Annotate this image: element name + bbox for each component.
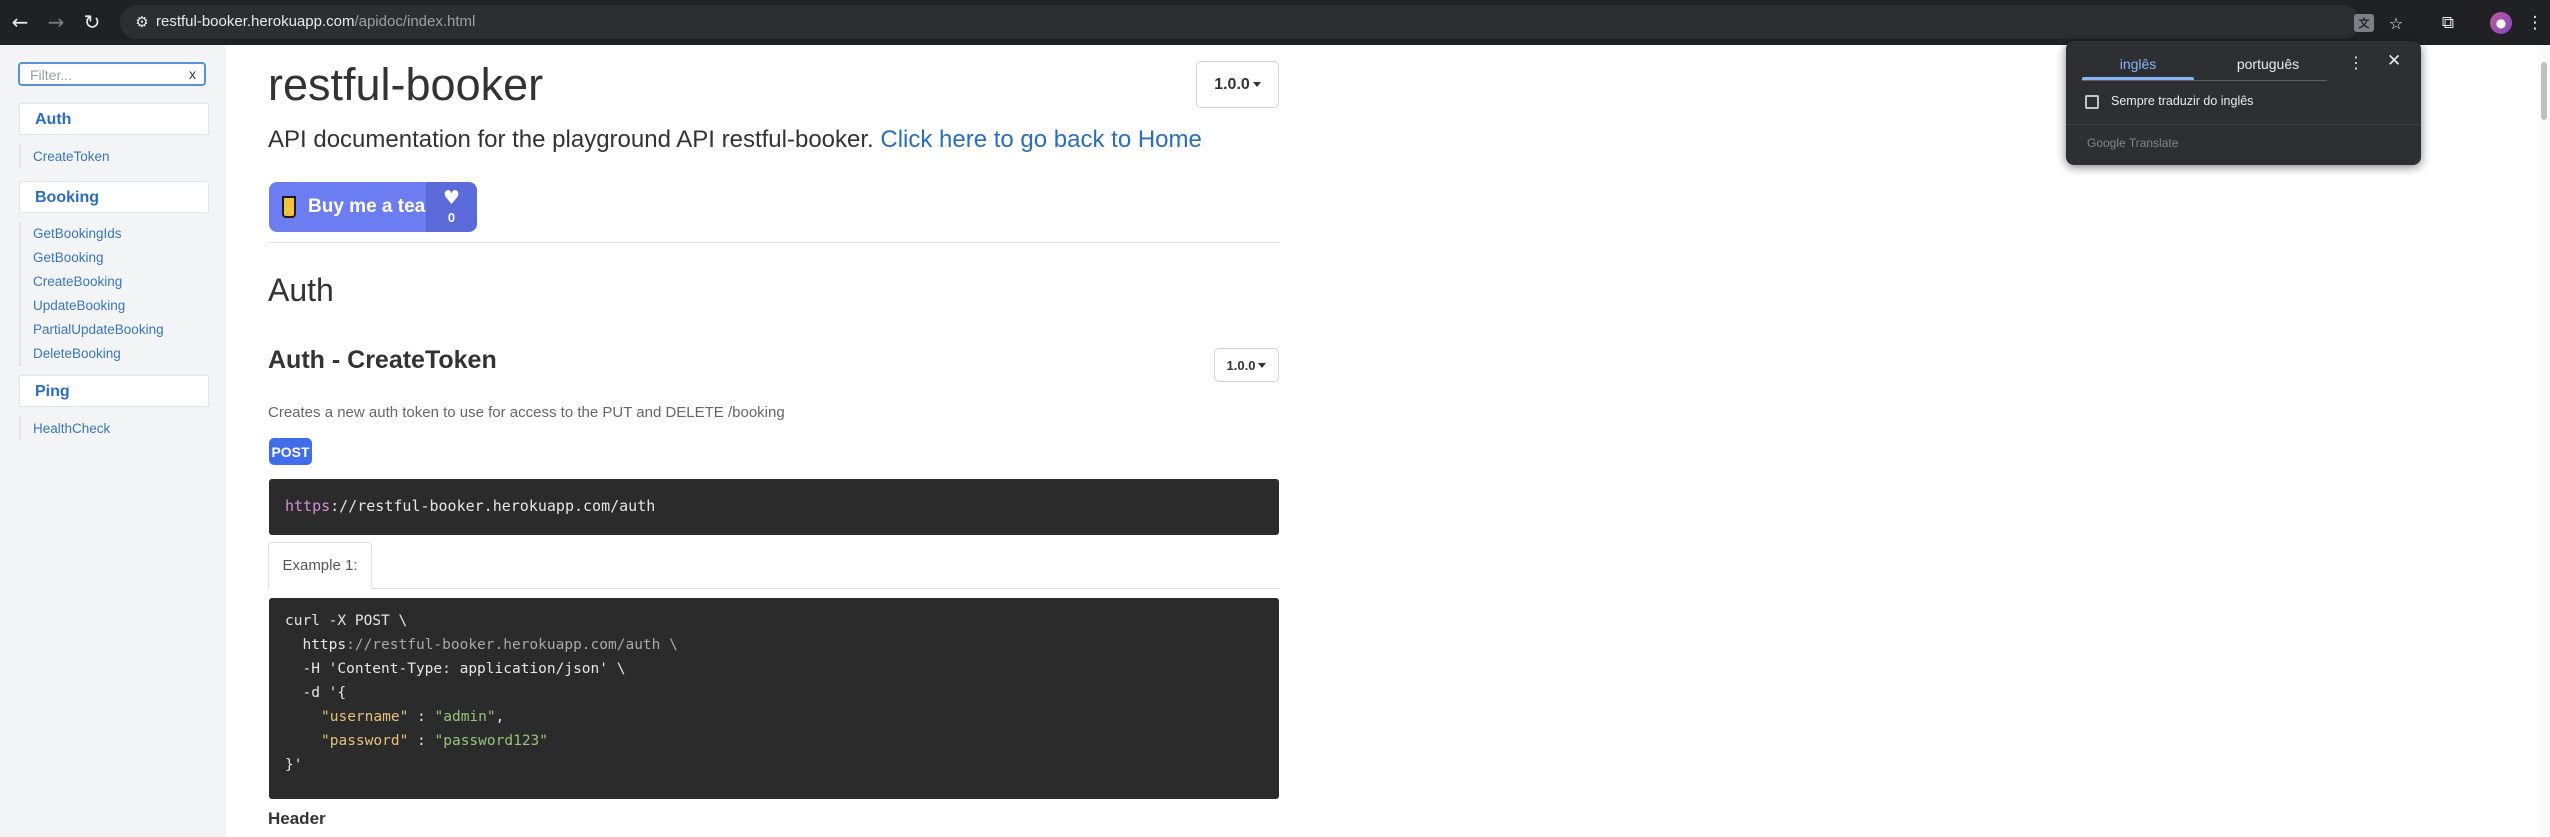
forward-icon[interactable]: → bbox=[42, 8, 70, 36]
popup-divider bbox=[2066, 124, 2421, 125]
url-host: restful-booker.herokuapp.com bbox=[156, 13, 355, 30]
always-translate-checkbox[interactable] bbox=[2085, 95, 2099, 109]
json-comma: , bbox=[495, 709, 505, 725]
json-value: "admin" bbox=[434, 709, 496, 725]
sidebar-item-updatebooking[interactable]: UpdateBooking bbox=[33, 294, 164, 318]
sidebar-item-createbooking[interactable]: CreateBooking bbox=[33, 270, 164, 294]
filter-clear-button[interactable]: x bbox=[189, 66, 196, 82]
sidebar-item-healthcheck[interactable]: HealthCheck bbox=[33, 417, 110, 441]
sidebar-sublist-booking: GetBookingIds GetBooking CreateBooking U… bbox=[19, 222, 164, 366]
sidebar-item-getbookingids[interactable]: GetBookingIds bbox=[33, 222, 164, 246]
json-key: "password" bbox=[321, 733, 409, 749]
url-path: /apidoc/index.html bbox=[354, 13, 476, 30]
tabs-divider bbox=[268, 588, 1280, 589]
json-sep: : bbox=[408, 709, 435, 725]
divider bbox=[268, 242, 1280, 243]
sidebar-group-label: Booking bbox=[35, 189, 99, 206]
version-label: 1.0.0 bbox=[1214, 75, 1250, 93]
example-code-block: curl -X POST \ https://restful-booker.he… bbox=[269, 598, 1279, 799]
sidebar: x Auth CreateToken Booking GetBookingIds… bbox=[0, 45, 226, 837]
version-dropdown[interactable]: 1.0.0 bbox=[1196, 61, 1279, 108]
url-scheme: https bbox=[285, 497, 331, 515]
json-sep: : bbox=[408, 733, 435, 749]
filter-field[interactable]: x bbox=[18, 62, 206, 86]
buy-me-a-tea-main[interactable]: Buy me a tea bbox=[269, 182, 426, 232]
page-scrollbar[interactable] bbox=[2538, 45, 2550, 837]
header-section-heading: Header bbox=[268, 809, 326, 828]
code-line: }' bbox=[285, 757, 303, 773]
tab-example-1[interactable]: Example 1: bbox=[268, 542, 372, 589]
browser-menu-icon[interactable]: ⋮ bbox=[2522, 10, 2548, 36]
endpoint-url: https://restful-booker.herokuapp.com/aut… bbox=[285, 497, 655, 515]
sidebar-item-partialupdatebooking[interactable]: PartialUpdateBooking bbox=[33, 318, 164, 342]
tab-target-language[interactable]: português bbox=[2212, 51, 2324, 77]
sidebar-group-ping[interactable]: Ping bbox=[19, 375, 209, 407]
address-bar[interactable]: ⚙ restful-booker.herokuapp.com/apidoc/in… bbox=[120, 5, 2403, 39]
tea-count: 0 bbox=[447, 210, 456, 225]
tea-cup-icon bbox=[282, 196, 296, 218]
back-icon[interactable]: ← bbox=[6, 8, 34, 36]
sidebar-item-createtoken[interactable]: CreateToken bbox=[33, 145, 110, 169]
sidebar-item-deletebooking[interactable]: DeleteBooking bbox=[33, 342, 164, 366]
code-line: "password" : "password123" bbox=[321, 733, 548, 749]
scrollbar-thumb[interactable] bbox=[2541, 62, 2547, 120]
code-line: https://restful-booker.herokuapp.com/aut… bbox=[285, 637, 678, 653]
sidebar-group-label: Ping bbox=[35, 383, 70, 400]
code-line: curl -X POST \ bbox=[285, 613, 408, 629]
more-options-icon[interactable]: ⋮ bbox=[2348, 53, 2364, 72]
code-url: ://restful-booker.herokuapp.com/auth \ bbox=[346, 637, 678, 653]
endpoint-description: Creates a new auth token to use for acce… bbox=[268, 404, 785, 421]
sidebar-group-auth[interactable]: Auth bbox=[19, 103, 209, 135]
code-line: "username" : "admin", bbox=[321, 709, 504, 725]
url-rest: ://restful-booker.herokuapp.com/auth bbox=[330, 497, 656, 515]
url-text[interactable]: restful-booker.herokuapp.com/apidoc/inde… bbox=[156, 13, 475, 30]
intro-paragraph: API documentation for the playground API… bbox=[268, 126, 1202, 154]
avatar: ● bbox=[2490, 12, 2512, 34]
json-value: "password123" bbox=[434, 733, 549, 749]
endpoint-version-label: 1.0.0 bbox=[1226, 357, 1256, 373]
method-badge: POST bbox=[269, 438, 312, 465]
caret-down-icon bbox=[1252, 82, 1261, 87]
endpoint-title: Auth - CreateToken bbox=[268, 346, 497, 374]
site-info-icon[interactable]: ⚙ bbox=[132, 12, 152, 32]
google-translate-footer: Google Translate bbox=[2087, 136, 2179, 150]
code-scheme: https bbox=[285, 637, 347, 653]
sidebar-sublist-ping: HealthCheck bbox=[19, 417, 110, 441]
endpoint-url-block: https://restful-booker.herokuapp.com/aut… bbox=[269, 479, 1279, 535]
section-heading-auth: Auth bbox=[268, 272, 334, 308]
intro-text: API documentation for the playground API… bbox=[268, 126, 874, 153]
json-key: "username" bbox=[321, 709, 409, 725]
code-line: -d '{ bbox=[285, 685, 347, 701]
translate-icon-glyph: 文 bbox=[2354, 14, 2374, 32]
reload-icon[interactable]: ↻ bbox=[78, 8, 106, 36]
code-line: -H 'Content-Type: application/json' \ bbox=[285, 661, 626, 677]
page-title: restful-booker bbox=[268, 59, 544, 110]
buy-me-a-tea-button[interactable]: Buy me a tea ♥ 0 bbox=[269, 182, 477, 232]
translate-popup: inglês português ⋮ ✕ Sempre traduzir do … bbox=[2066, 41, 2421, 165]
sidebar-sublist-auth: CreateToken bbox=[19, 145, 110, 169]
buy-me-a-tea-counter[interactable]: ♥ 0 bbox=[426, 182, 477, 232]
tab-source-language[interactable]: inglês bbox=[2082, 51, 2194, 77]
always-translate-label[interactable]: Sempre traduzir do inglês bbox=[2111, 94, 2253, 108]
close-icon[interactable]: ✕ bbox=[2387, 51, 2401, 71]
profile-avatar-icon[interactable]: ● bbox=[2488, 10, 2514, 36]
endpoint-version-dropdown[interactable]: 1.0.0 bbox=[1214, 348, 1279, 382]
tabs-underline bbox=[2082, 80, 2327, 81]
sidebar-item-getbooking[interactable]: GetBooking bbox=[33, 246, 164, 270]
home-link[interactable]: Click here to go back to Home bbox=[880, 126, 1201, 153]
browser-toolbar: ← → ↻ ⚙ restful-booker.herokuapp.com/api… bbox=[0, 0, 2550, 45]
sidebar-group-booking[interactable]: Booking bbox=[19, 181, 209, 213]
extensions-icon[interactable]: ⧉ bbox=[2435, 10, 2461, 36]
sidebar-group-label: Auth bbox=[35, 111, 72, 128]
caret-down-icon bbox=[1258, 362, 1267, 368]
filter-input[interactable] bbox=[30, 67, 180, 83]
buy-me-a-tea-label: Buy me a tea bbox=[308, 196, 426, 217]
bookmark-star-icon[interactable]: ☆ bbox=[2384, 11, 2408, 35]
translate-icon[interactable]: 文 bbox=[2352, 11, 2376, 35]
heart-icon: ♥ bbox=[442, 187, 461, 209]
